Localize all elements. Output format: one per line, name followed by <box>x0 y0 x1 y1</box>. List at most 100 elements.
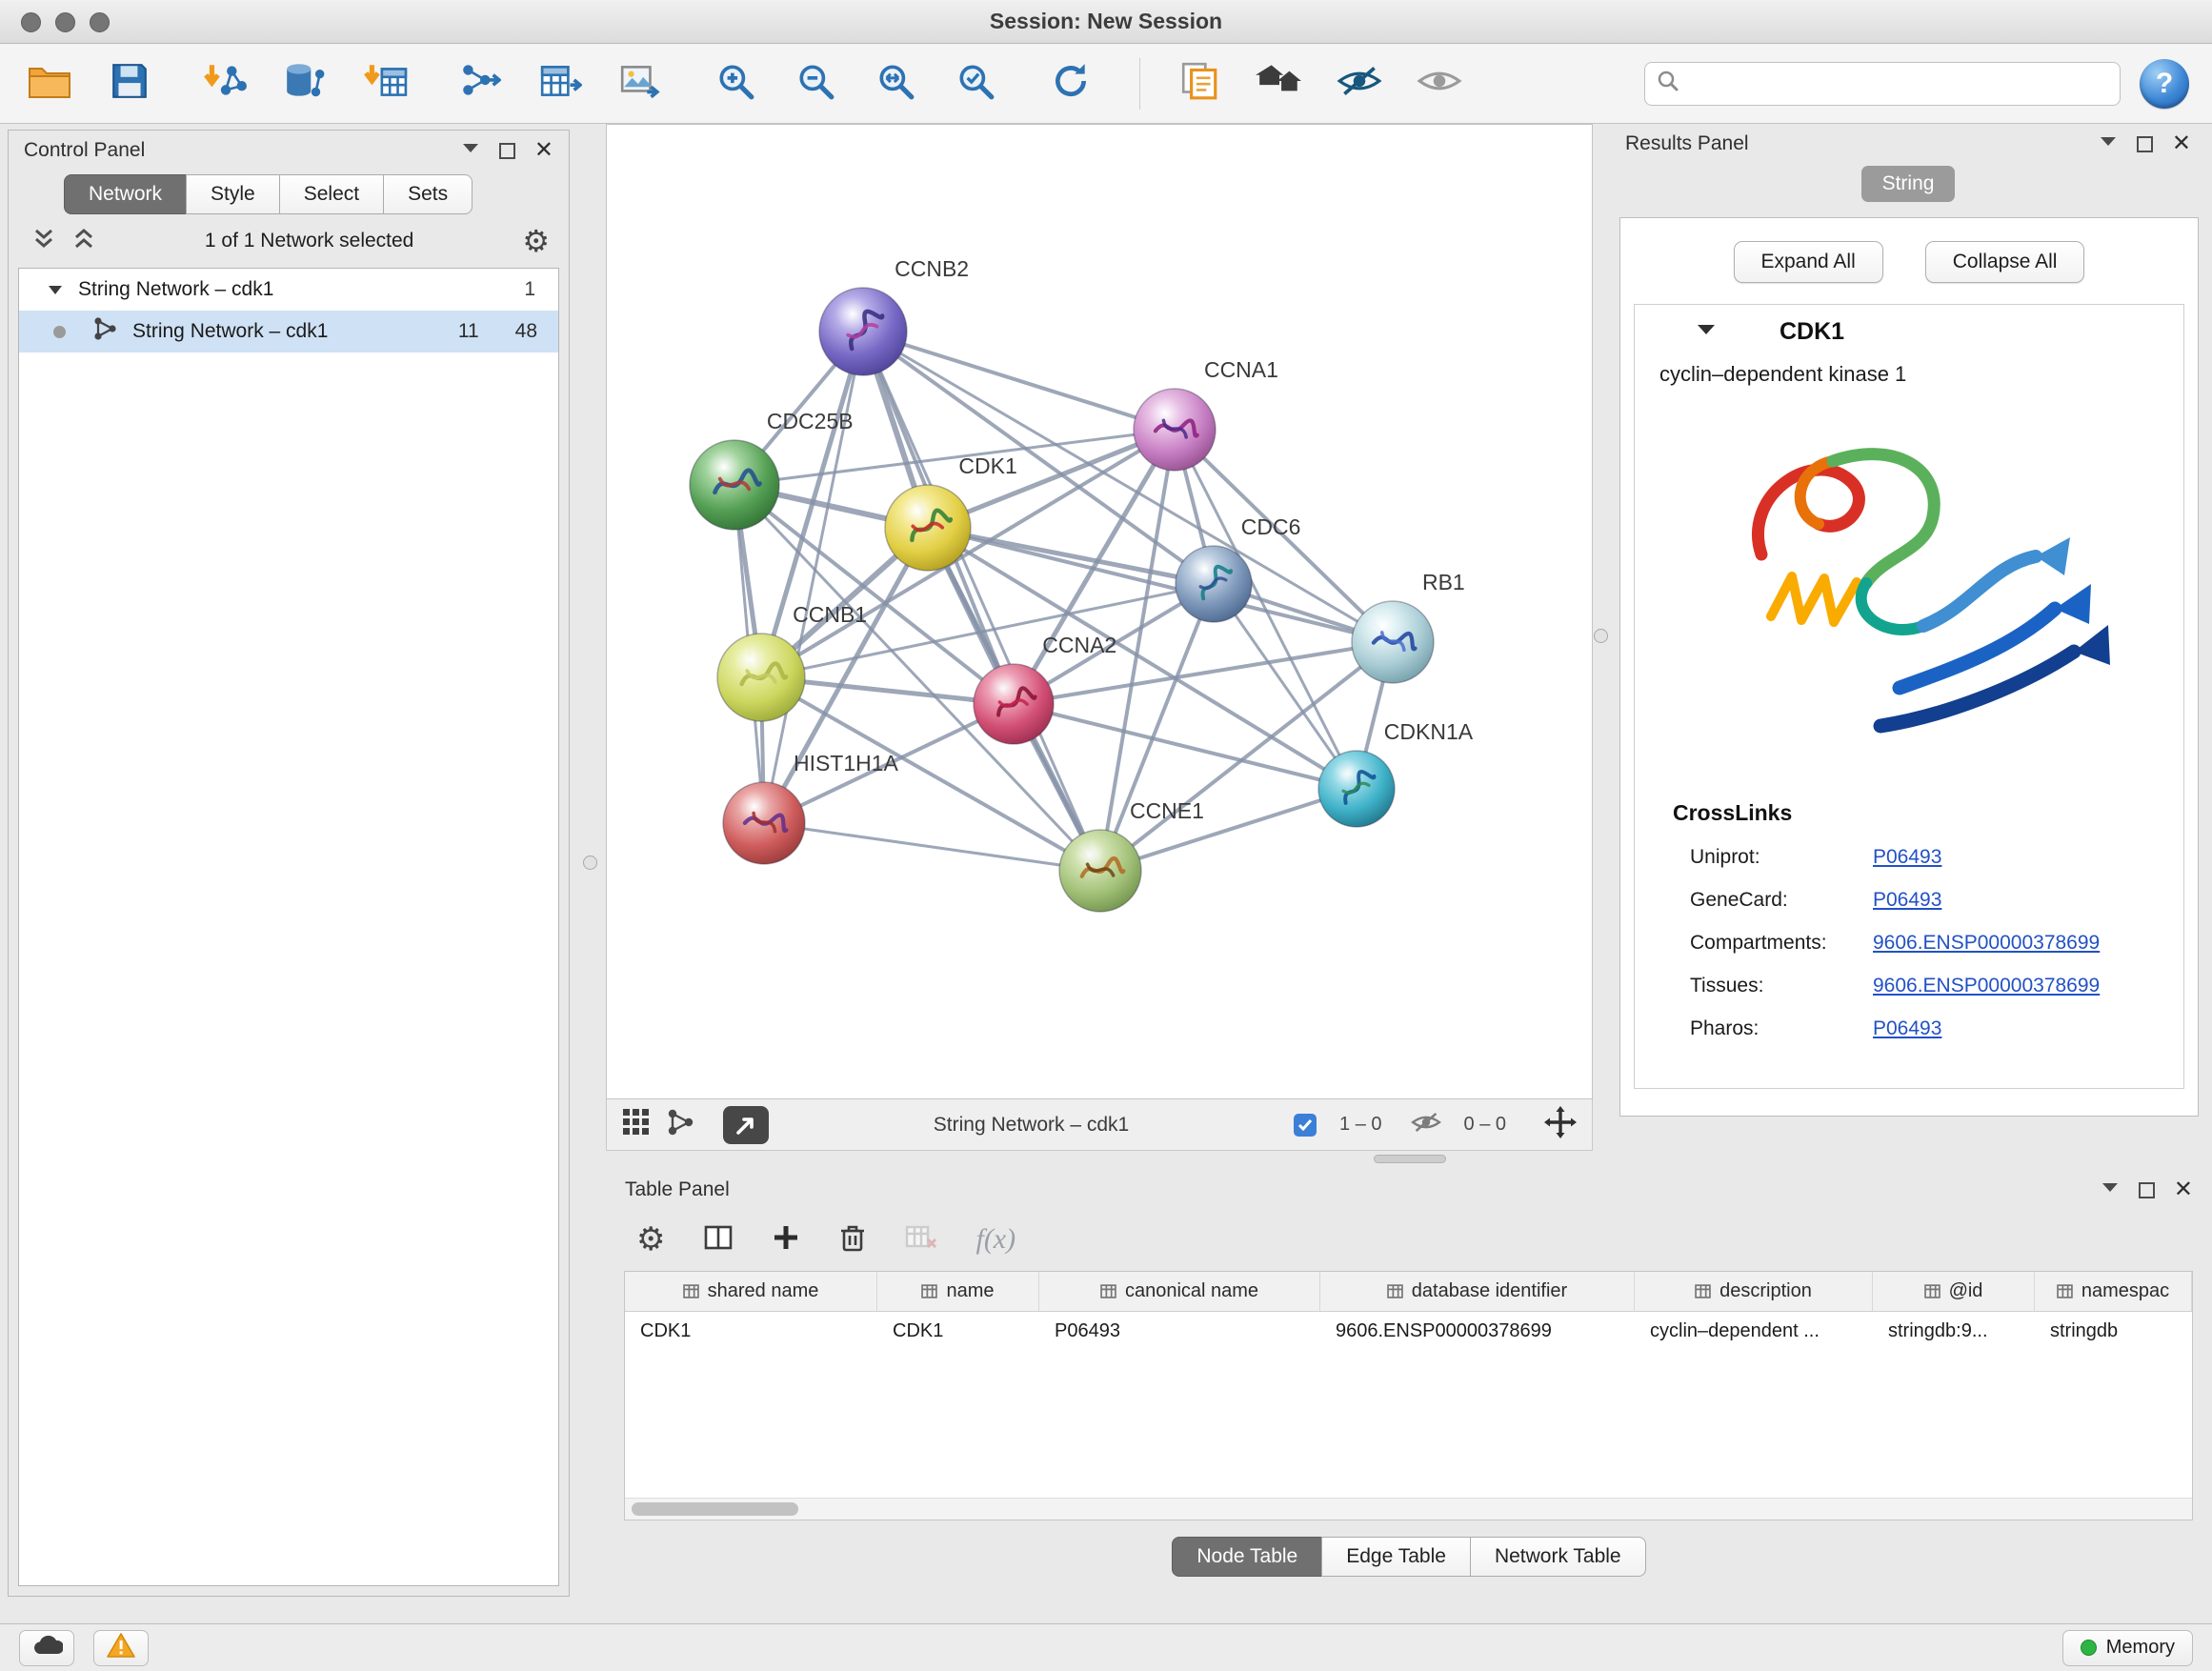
detach-view-button[interactable] <box>723 1106 769 1144</box>
network-row-selected[interactable]: String Network – cdk1 11 48 <box>19 311 558 352</box>
table-cell[interactable]: CDK1 <box>625 1312 877 1350</box>
memory-button[interactable]: Memory <box>2062 1630 2193 1666</box>
panel-menu-caret-icon[interactable] <box>2101 1181 2120 1198</box>
table-cell[interactable]: 9606.ENSP00000378699 <box>1320 1312 1635 1350</box>
scrollbar-thumb[interactable] <box>632 1502 798 1516</box>
panel-close-icon[interactable]: ✕ <box>2174 1178 2193 1201</box>
column-header-name[interactable]: name <box>877 1272 1039 1311</box>
apply-layout-button[interactable] <box>1044 55 1097 112</box>
network-edge[interactable] <box>764 332 863 823</box>
tab-network-table[interactable]: Network Table <box>1470 1537 1646 1577</box>
expand-all-button[interactable]: Expand All <box>1734 241 1883 283</box>
network-node-ccna1[interactable]: CCNA1 <box>1134 357 1278 471</box>
export-image-button[interactable] <box>613 55 667 112</box>
network-edge[interactable] <box>761 584 1214 677</box>
network-edge[interactable] <box>764 823 1100 871</box>
new-network-from-selection-button[interactable] <box>453 55 507 112</box>
zoom-selected-button[interactable] <box>949 55 1002 112</box>
export-table-button[interactable] <box>533 55 587 112</box>
save-session-button[interactable] <box>103 55 156 112</box>
open-session-button[interactable] <box>23 55 76 112</box>
tab-sets[interactable]: Sets <box>383 174 473 214</box>
zoom-in-button[interactable] <box>709 55 762 112</box>
network-node-cdkn1a[interactable]: CDKN1A <box>1318 719 1474 827</box>
function-builder-button[interactable]: f(x) <box>975 1223 1016 1256</box>
zoom-fit-button[interactable] <box>869 55 922 112</box>
column-header-description[interactable]: description <box>1635 1272 1873 1311</box>
network-node-ccna2[interactable]: CCNA2 <box>974 633 1116 744</box>
network-node-rb1[interactable]: RB1 <box>1352 570 1465 683</box>
column-header--id[interactable]: @id <box>1873 1272 2035 1311</box>
tab-string[interactable]: String <box>1861 166 1956 202</box>
pan-move-icon[interactable] <box>1544 1106 1577 1143</box>
column-header-namespac[interactable]: namespac <box>2035 1272 2192 1311</box>
panel-close-icon[interactable]: ✕ <box>534 139 553 162</box>
crosslink-value-link[interactable]: P06493 <box>1873 846 1941 869</box>
table-cell[interactable]: stringdb:9... <box>1873 1312 2035 1350</box>
network-node-hist1h1a[interactable]: HIST1H1A <box>723 751 899 864</box>
collapse-all-icon[interactable] <box>31 228 56 255</box>
horizontal-scrollbar[interactable] <box>625 1498 2192 1520</box>
panel-menu-caret-icon[interactable] <box>2099 135 2118 152</box>
panel-menu-caret-icon[interactable] <box>461 142 480 159</box>
tab-edge-table[interactable]: Edge Table <box>1321 1537 1471 1577</box>
crosslink-value-link[interactable]: 9606.ENSP00000378699 <box>1873 975 2100 997</box>
tab-network[interactable]: Network <box>64 174 187 214</box>
gear-icon[interactable]: ⚙ <box>522 226 550 256</box>
birdseye-toggle-button[interactable] <box>1253 55 1306 112</box>
table-cell[interactable]: stringdb <box>2035 1312 2192 1350</box>
crosslink-value-link[interactable]: P06493 <box>1873 889 1941 912</box>
create-column-plus-icon[interactable] <box>772 1223 800 1257</box>
import-table-file-button[interactable] <box>358 55 412 112</box>
network-node-ccnb1[interactable]: CCNB1 <box>717 602 867 721</box>
hidden-eye-slash-icon[interactable] <box>1411 1111 1441 1138</box>
right-splitter-handle[interactable] <box>1594 629 1608 643</box>
network-collection-row[interactable]: String Network – cdk1 1 <box>19 269 558 311</box>
panel-float-icon[interactable] <box>2139 1182 2155 1198</box>
duplicate-network-button[interactable] <box>1173 55 1226 112</box>
section-caret-icon[interactable] <box>1696 323 1717 341</box>
crosslink-value-link[interactable]: 9606.ENSP00000378699 <box>1873 932 2100 955</box>
delete-column-trash-icon[interactable] <box>838 1222 867 1258</box>
zoom-window-button[interactable] <box>90 12 110 32</box>
network-edge[interactable] <box>863 332 1175 430</box>
cloud-status-button[interactable] <box>19 1630 74 1666</box>
network-node-ccne1[interactable]: CCNE1 <box>1059 798 1204 912</box>
warnings-button[interactable] <box>93 1630 149 1666</box>
crosslink-value-link[interactable]: P06493 <box>1873 1017 1941 1040</box>
import-network-file-button[interactable] <box>198 55 251 112</box>
gene-section-header[interactable]: CDK1 <box>1635 305 2183 358</box>
tree-caret-icon[interactable] <box>48 278 63 301</box>
search-input[interactable] <box>1689 72 2108 95</box>
network-view-icon[interactable] <box>666 1108 694 1141</box>
left-splitter-handle[interactable] <box>583 856 597 870</box>
collapse-all-button[interactable]: Collapse All <box>1925 241 2085 283</box>
panel-float-icon[interactable] <box>499 143 515 159</box>
horizontal-splitter-handle[interactable] <box>1374 1155 1446 1163</box>
table-cell[interactable]: CDK1 <box>877 1312 1039 1350</box>
show-columns-icon[interactable] <box>703 1223 734 1257</box>
close-window-button[interactable] <box>21 12 41 32</box>
network-node-cdk1[interactable]: CDK1 <box>885 453 1017 571</box>
column-header-canonical-name[interactable]: canonical name <box>1039 1272 1320 1311</box>
tab-select[interactable]: Select <box>279 174 384 214</box>
column-header-shared-name[interactable]: shared name <box>625 1272 877 1311</box>
grid-mode-button[interactable] <box>622 1108 651 1141</box>
column-header-database-identifier[interactable]: database identifier <box>1320 1272 1635 1311</box>
table-settings-gear-icon[interactable]: ⚙ <box>636 1223 665 1256</box>
help-button[interactable]: ? <box>2140 59 2189 109</box>
selected-items-checkbox[interactable] <box>1294 1114 1317 1137</box>
hide-selected-button[interactable] <box>1333 55 1386 112</box>
import-network-database-button[interactable] <box>278 55 332 112</box>
network-canvas[interactable]: CCNB2CCNA1CDC25BCDK1CDC6RB1CCNB1CCNA2CDK… <box>607 125 1592 1098</box>
minimize-window-button[interactable] <box>55 12 75 32</box>
tab-node-table[interactable]: Node Table <box>1172 1537 1322 1577</box>
table-row[interactable]: CDK1CDK1P064939606.ENSP00000378699cyclin… <box>625 1312 2192 1350</box>
panel-float-icon[interactable] <box>2137 136 2153 152</box>
show-all-button[interactable] <box>1413 55 1466 112</box>
table-cell[interactable]: P06493 <box>1039 1312 1320 1350</box>
zoom-out-button[interactable] <box>789 55 842 112</box>
search-box[interactable] <box>1644 62 2121 106</box>
panel-close-icon[interactable]: ✕ <box>2172 132 2191 155</box>
table-cell[interactable]: cyclin–dependent ... <box>1635 1312 1873 1350</box>
